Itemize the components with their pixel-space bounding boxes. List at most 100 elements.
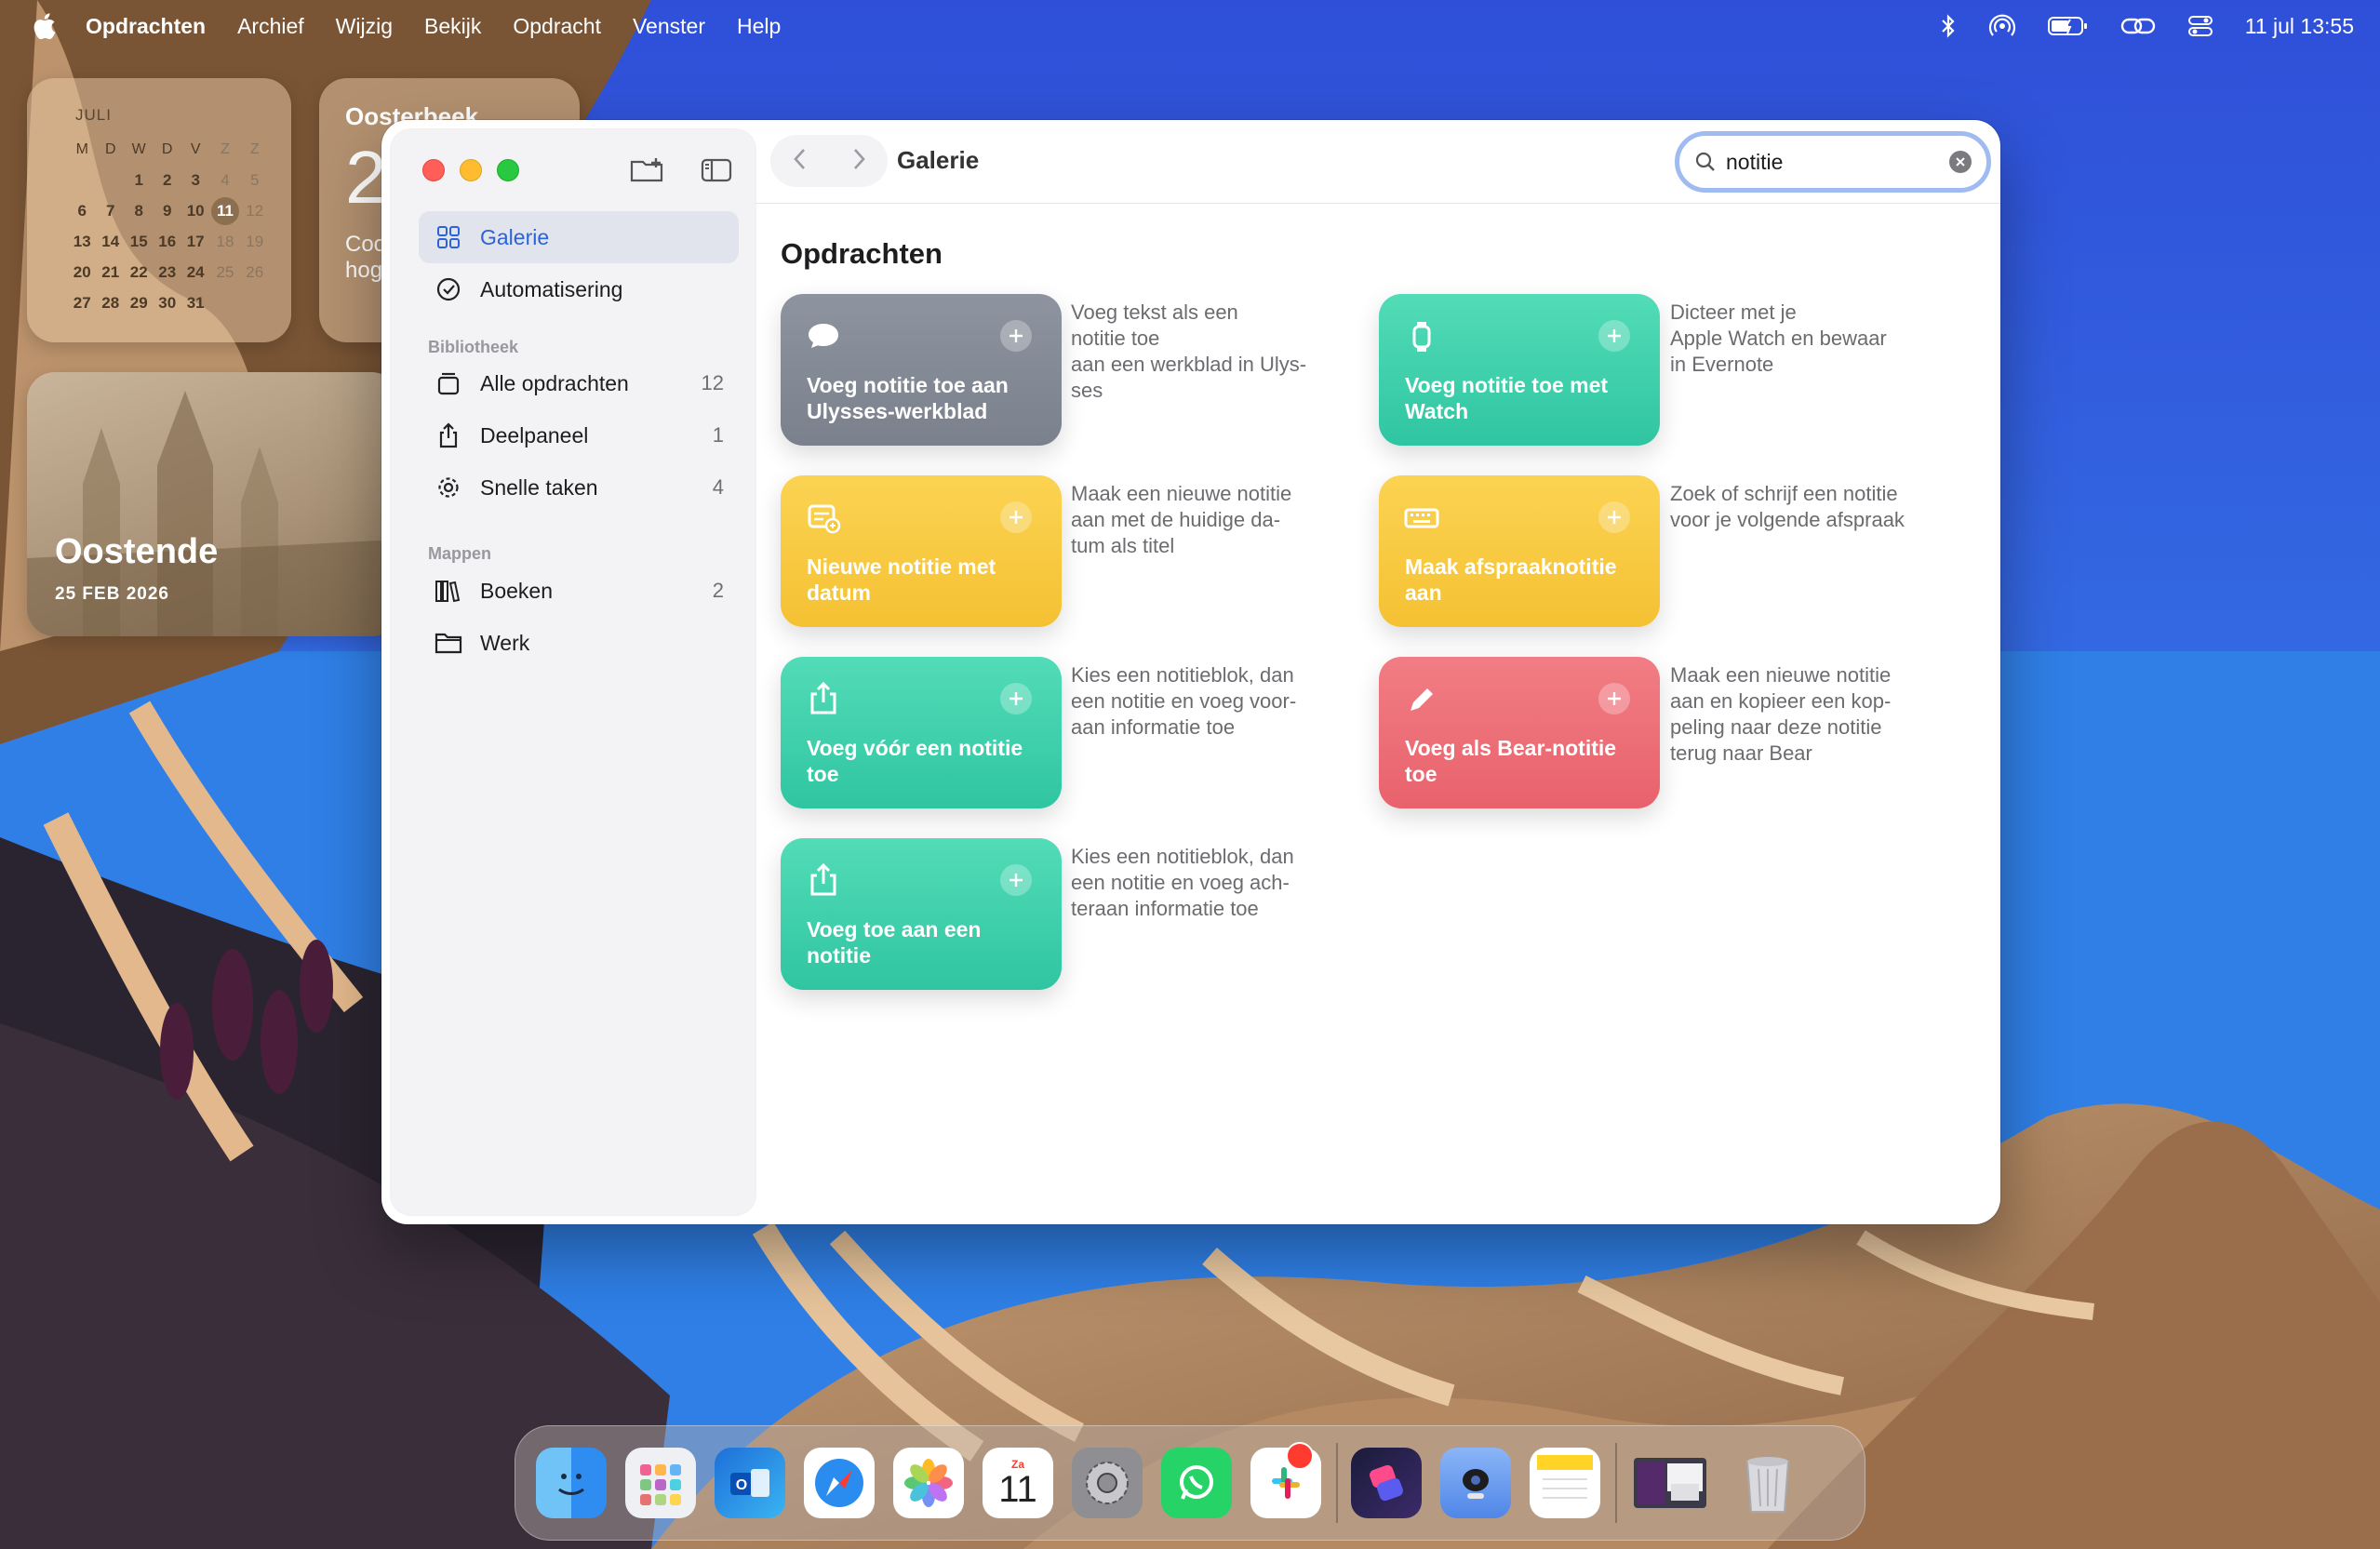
dock-finder[interactable] <box>536 1448 607 1518</box>
sidebar-item-label: Automatisering <box>480 276 623 301</box>
add-shortcut-button[interactable] <box>1000 864 1032 896</box>
dock-notes[interactable] <box>1530 1448 1600 1518</box>
control-center-icon[interactable] <box>2187 14 2213 38</box>
shortcut-card-voeg-toe-aan-notitie[interactable]: Voeg toe aan een notitie <box>781 838 1062 990</box>
apple-menu-icon[interactable] <box>32 9 60 43</box>
calendar-day: 22 <box>129 262 148 281</box>
sidebar-item-label: Alle opdrachten <box>480 370 629 395</box>
calendar-day: 14 <box>101 232 120 250</box>
weekday-label: V <box>190 140 201 157</box>
calendar-note-icon <box>808 504 841 534</box>
sidebar-item-label: Deelpaneel <box>480 422 589 447</box>
shortcut-card-nieuwe-notitie[interactable]: Nieuwe notitie met datum <box>781 475 1062 627</box>
add-shortcut-button[interactable] <box>1598 320 1630 352</box>
sidebar-item-boeken[interactable]: Boeken 2 <box>419 565 739 617</box>
calendar-day: 3 <box>191 170 200 189</box>
calendar-today-marker: 11 <box>210 196 239 225</box>
add-shortcut-button[interactable] <box>1000 501 1032 533</box>
card-description: Zoek of schrijf een notitie voor je volg… <box>1670 482 1905 531</box>
menu-help[interactable]: Help <box>737 14 781 39</box>
sidebar-item-galerie[interactable]: Galerie <box>419 211 739 263</box>
sidebar-item-automatisering[interactable]: Automatisering <box>419 263 739 315</box>
sidebar-section-bibliotheek: Bibliotheek <box>428 338 519 356</box>
calendar-widget[interactable]: JULI M D W D V Z Z 1 2 3 4 5 6 7 8 9 10 … <box>27 78 291 342</box>
close-button[interactable] <box>422 159 445 181</box>
battery-icon[interactable] <box>2047 15 2089 37</box>
sidebar-item-snelle-taken[interactable]: Snelle taken 4 <box>419 461 739 514</box>
weekday-label: D <box>104 140 116 157</box>
dock-camo[interactable] <box>1440 1448 1511 1518</box>
bluetooth-icon[interactable] <box>1940 14 1957 38</box>
dock-outlook[interactable]: O <box>715 1448 785 1518</box>
dock-whatsapp[interactable] <box>1161 1448 1232 1518</box>
svg-text:O: O <box>736 1477 747 1493</box>
calendar-day: 9 <box>162 201 172 220</box>
link-icon[interactable] <box>2120 15 2156 37</box>
sidebar-item-count: 12 <box>701 371 724 394</box>
pencil-icon <box>1411 688 1433 711</box>
shortcut-card-ulysses[interactable]: Voeg notitie toe aan Ulysses-werkblad <box>781 294 1062 446</box>
photo-title: Oostende <box>55 532 219 571</box>
calendar-day: 21 <box>101 262 120 281</box>
sidebar-item-count: 1 <box>712 423 724 447</box>
shortcut-card-bear[interactable]: Voeg als Bear-notitie toe <box>1379 657 1660 808</box>
menu-wijzig[interactable]: Wijzig <box>336 14 393 39</box>
dock-separator <box>1615 1443 1617 1523</box>
menubar-clock[interactable]: 11 jul 13:55 <box>2245 14 2354 39</box>
calendar-day: 18 <box>216 232 234 250</box>
dock-recent-items[interactable] <box>1630 1448 1714 1518</box>
dock-launchpad[interactable] <box>625 1448 696 1518</box>
search-input[interactable] <box>1726 149 1931 175</box>
calendar-day: 13 <box>73 232 91 250</box>
add-shortcut-button[interactable] <box>1000 320 1032 352</box>
page-title: Galerie <box>897 146 980 174</box>
card-label: Voeg vóór een notitie toe <box>807 736 1023 786</box>
shortcut-card-watch[interactable]: Voeg notitie toe met Watch <box>1379 294 1660 446</box>
sidebar-item-werk[interactable]: Werk <box>419 617 739 669</box>
menu-opdracht[interactable]: Opdracht <box>513 14 601 39</box>
card-label: Voeg toe aan een notitie <box>807 917 982 968</box>
plus-icon <box>1009 511 1023 524</box>
calendar-day: 23 <box>158 262 177 281</box>
shortcut-card-afspraaknotitie[interactable]: Maak afspraaknotitie aan <box>1379 475 1660 627</box>
photo-widget[interactable]: Oostende 25 FEB 2026 <box>27 372 399 636</box>
calendar-day: 27 <box>73 293 91 312</box>
photo-date: 25 FEB 2026 <box>55 584 169 604</box>
back-button[interactable] <box>792 146 809 177</box>
grid-icon <box>430 225 467 249</box>
airdrop-icon[interactable] <box>1988 13 2016 39</box>
sidebar-item-alle-opdrachten[interactable]: Alle opdrachten 12 <box>419 357 739 409</box>
search-field[interactable] <box>1675 131 1991 193</box>
window-controls <box>422 159 519 181</box>
clear-search-button[interactable] <box>1949 151 1972 173</box>
add-shortcut-button[interactable] <box>1598 501 1630 533</box>
dock-calendar[interactable]: Za 11 <box>983 1448 1053 1518</box>
menu-venster[interactable]: Venster <box>633 14 705 39</box>
add-shortcut-button[interactable] <box>1598 683 1630 714</box>
dock-system-settings[interactable] <box>1072 1448 1143 1518</box>
dock-shortcuts[interactable] <box>1351 1448 1422 1518</box>
calendar-day: 20 <box>73 262 91 281</box>
dock-safari[interactable] <box>804 1448 875 1518</box>
menu-app-name[interactable]: Opdrachten <box>86 14 206 39</box>
dock-trash[interactable] <box>1732 1448 1803 1518</box>
shortcut-card-voeg-voor-notitie[interactable]: Voeg vóór een notitie toe <box>781 657 1062 808</box>
dock-photos[interactable] <box>893 1448 964 1518</box>
sidebar-section-mappen: Mappen <box>428 544 492 563</box>
minimize-button[interactable] <box>460 159 482 181</box>
add-shortcut-button[interactable] <box>1000 683 1032 714</box>
calendar-day: 28 <box>101 293 120 312</box>
plus-icon <box>1608 511 1621 524</box>
menu-archief[interactable]: Archief <box>237 14 304 39</box>
zoom-button[interactable] <box>497 159 519 181</box>
card-description: Dicteer met je Apple Watch en bewaar in … <box>1670 300 1887 376</box>
menu-bekijk[interactable]: Bekijk <box>424 14 481 39</box>
menu-bar: Opdrachten Archief Wijzig Bekijk Opdrach… <box>0 0 2380 52</box>
forward-button[interactable] <box>850 146 867 177</box>
folder-icon <box>430 631 467 655</box>
sidebar-item-deelpaneel[interactable]: Deelpaneel 1 <box>419 409 739 461</box>
dock: O Za 11 <box>515 1425 1865 1541</box>
new-folder-button[interactable] <box>629 154 666 187</box>
weekday-label: D <box>161 140 173 157</box>
toggle-sidebar-button[interactable] <box>698 154 735 187</box>
